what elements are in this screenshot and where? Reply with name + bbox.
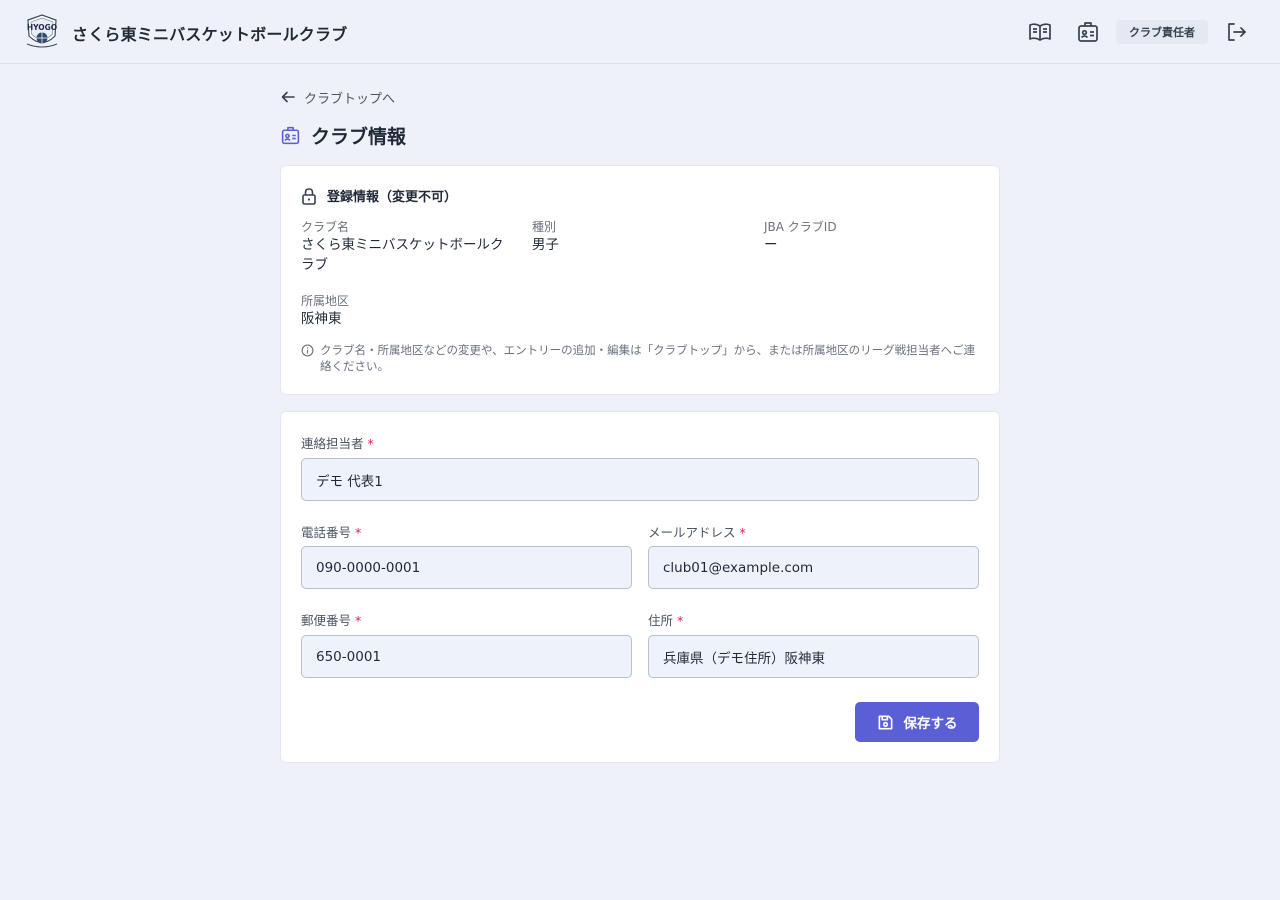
phone-label: 電話番号 *	[301, 522, 361, 541]
phone-label-text: 電話番号	[301, 525, 352, 540]
email-label-text: メールアドレス	[648, 525, 736, 540]
club-name-label: クラブ名	[301, 220, 350, 234]
email-label: メールアドレス *	[648, 522, 746, 541]
address-label: 住所 *	[648, 610, 683, 629]
contact-person-input[interactable]	[301, 458, 979, 501]
contact-form-card: 連絡担当者* 電話番号* メールアドレス* 郵便番号* 住所* 保存する	[280, 411, 1000, 763]
page-title-row: クラブ情報	[280, 122, 406, 148]
save-button[interactable]: 保存する	[855, 702, 979, 742]
registration-info-card: 登録情報（変更不可） クラブ名 さくら東ミニバスケットボールクラブ 種別 男子 …	[280, 165, 1000, 395]
club-name-value: さくら東ミニバスケットボールクラブ	[301, 237, 504, 273]
app-title: さくら東ミニバスケットボールクラブ	[72, 25, 348, 44]
page-title: クラブ情報	[311, 125, 407, 148]
save-icon	[878, 715, 892, 729]
registration-title-text: 登録情報（変更不可）	[327, 190, 458, 205]
role-badge: クラブ責任者	[1116, 20, 1208, 44]
registration-section-title: 登録情報（変更不可）	[301, 186, 457, 205]
required-mark: *	[739, 525, 746, 540]
arrow-left-icon	[281, 91, 295, 103]
district-label: 所属地区	[301, 294, 350, 308]
id-card-icon[interactable]	[1076, 20, 1100, 44]
address-label-text: 住所	[648, 613, 674, 628]
info-note: クラブ名・所属地区などの変更や、エントリーの追加・編集は「クラブトップ」から、ま…	[301, 342, 981, 374]
required-mark: *	[355, 613, 362, 628]
club-logo[interactable]: HYOGO	[24, 14, 60, 50]
back-link-label: クラブトップへ	[304, 91, 396, 107]
info-icon	[301, 344, 314, 357]
jba-id-label: JBA クラブID	[764, 220, 837, 234]
lock-icon	[302, 187, 316, 205]
contact-person-label: 連絡担当者 *	[301, 433, 374, 452]
required-mark: *	[367, 436, 374, 451]
info-note-text: クラブ名・所属地区などの変更や、エントリーの追加・編集は「クラブトップ」から、ま…	[320, 343, 976, 373]
jba-id-value: ー	[764, 237, 778, 253]
required-mark: *	[355, 525, 362, 540]
category-value: 男子	[532, 237, 559, 253]
district-value: 阪神東	[301, 311, 342, 327]
contact-person-label-text: 連絡担当者	[301, 436, 364, 451]
svg-text:HYOGO: HYOGO	[27, 23, 57, 32]
app-header: HYOGO さくら東ミニバスケットボールクラブ クラブ責任者	[0, 0, 1280, 64]
address-input[interactable]	[648, 635, 979, 678]
postal-code-input[interactable]	[301, 635, 632, 678]
logout-icon[interactable]	[1224, 20, 1248, 44]
postal-code-label: 郵便番号 *	[301, 610, 361, 629]
back-to-club-top-link[interactable]: クラブトップへ	[280, 87, 395, 107]
category-label: 種別	[532, 220, 557, 234]
phone-input[interactable]	[301, 546, 632, 589]
book-icon[interactable]	[1028, 20, 1052, 44]
email-input[interactable]	[648, 546, 979, 589]
postal-code-label-text: 郵便番号	[301, 613, 352, 628]
id-card-icon	[281, 126, 300, 144]
required-mark: *	[677, 613, 684, 628]
save-button-label: 保存する	[903, 716, 958, 732]
